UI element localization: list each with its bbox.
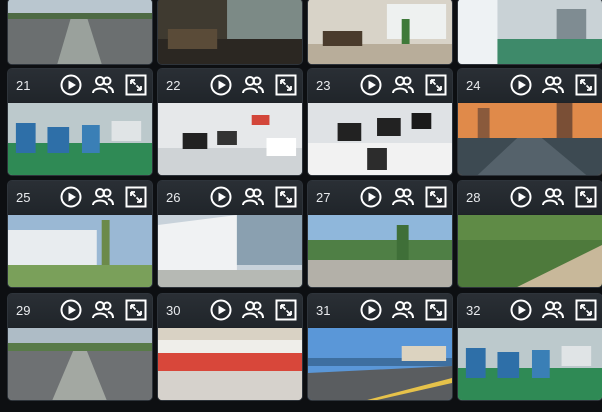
video-feed[interactable]	[458, 0, 602, 64]
camera-tile-top-3[interactable]	[307, 0, 453, 65]
tile-toolbar: 30	[158, 294, 302, 327]
play-icon[interactable]	[510, 74, 532, 96]
fullscreen-icon[interactable]	[125, 186, 147, 208]
camera-tile-30[interactable]: 30	[157, 293, 303, 401]
tile-toolbar: 22	[158, 69, 302, 102]
channel-number: 29	[16, 303, 31, 318]
play-icon[interactable]	[210, 299, 232, 321]
play-icon[interactable]	[60, 186, 82, 208]
channel-number: 24	[466, 78, 481, 93]
channel-number: 32	[466, 303, 481, 318]
users-icon[interactable]	[542, 186, 564, 208]
channel-number: 30	[166, 303, 181, 318]
camera-grid: 21 22 23 24 25 26 27 28 29 30 31 32	[0, 0, 602, 412]
users-icon[interactable]	[242, 186, 264, 208]
video-feed[interactable]	[158, 0, 302, 64]
camera-tile-23[interactable]: 23	[307, 68, 453, 176]
users-icon[interactable]	[392, 299, 414, 321]
video-feed[interactable]	[158, 103, 302, 175]
video-feed[interactable]	[8, 103, 152, 175]
play-icon[interactable]	[60, 299, 82, 321]
camera-tile-top-1[interactable]	[7, 0, 153, 65]
camera-tile-29[interactable]: 29	[7, 293, 153, 401]
camera-tile-25[interactable]: 25	[7, 180, 153, 288]
tile-toolbar: 26	[158, 181, 302, 214]
video-feed[interactable]	[8, 328, 152, 400]
video-feed[interactable]	[308, 215, 452, 287]
channel-number: 28	[466, 190, 481, 205]
channel-number: 31	[316, 303, 331, 318]
video-feed[interactable]	[458, 215, 602, 287]
fullscreen-icon[interactable]	[275, 74, 297, 96]
fullscreen-icon[interactable]	[125, 74, 147, 96]
channel-number: 22	[166, 78, 181, 93]
play-icon[interactable]	[210, 74, 232, 96]
camera-tile-26[interactable]: 26	[157, 180, 303, 288]
play-icon[interactable]	[360, 299, 382, 321]
tile-toolbar: 25	[8, 181, 152, 214]
fullscreen-icon[interactable]	[575, 186, 597, 208]
camera-tile-21[interactable]: 21	[7, 68, 153, 176]
play-icon[interactable]	[60, 74, 82, 96]
play-icon[interactable]	[510, 299, 532, 321]
tile-toolbar: 28	[458, 181, 602, 214]
video-feed[interactable]	[8, 0, 152, 64]
channel-number: 25	[16, 190, 31, 205]
channel-number: 26	[166, 190, 181, 205]
channel-number: 21	[16, 78, 31, 93]
fullscreen-icon[interactable]	[575, 74, 597, 96]
users-icon[interactable]	[242, 74, 264, 96]
users-icon[interactable]	[392, 186, 414, 208]
tile-toolbar: 21	[8, 69, 152, 102]
camera-tile-top-4[interactable]	[457, 0, 602, 65]
users-icon[interactable]	[542, 74, 564, 96]
fullscreen-icon[interactable]	[125, 299, 147, 321]
video-feed[interactable]	[158, 328, 302, 400]
camera-tile-27[interactable]: 27	[307, 180, 453, 288]
video-feed[interactable]	[458, 328, 602, 400]
camera-tile-22[interactable]: 22	[157, 68, 303, 176]
fullscreen-icon[interactable]	[275, 299, 297, 321]
video-feed[interactable]	[8, 215, 152, 287]
fullscreen-icon[interactable]	[575, 299, 597, 321]
video-feed[interactable]	[308, 328, 452, 400]
camera-tile-32[interactable]: 32	[457, 293, 602, 401]
camera-tile-24[interactable]: 24	[457, 68, 602, 176]
video-feed[interactable]	[458, 103, 602, 175]
tile-toolbar: 32	[458, 294, 602, 327]
video-feed[interactable]	[308, 103, 452, 175]
users-icon[interactable]	[242, 299, 264, 321]
camera-tile-31[interactable]: 31	[307, 293, 453, 401]
fullscreen-icon[interactable]	[425, 299, 447, 321]
tile-toolbar: 31	[308, 294, 452, 327]
play-icon[interactable]	[210, 186, 232, 208]
channel-number: 23	[316, 78, 331, 93]
tile-toolbar: 24	[458, 69, 602, 102]
users-icon[interactable]	[392, 74, 414, 96]
users-icon[interactable]	[92, 186, 114, 208]
users-icon[interactable]	[92, 74, 114, 96]
camera-tile-28[interactable]: 28	[457, 180, 602, 288]
fullscreen-icon[interactable]	[275, 186, 297, 208]
play-icon[interactable]	[360, 186, 382, 208]
tile-toolbar: 27	[308, 181, 452, 214]
play-icon[interactable]	[510, 186, 532, 208]
video-feed[interactable]	[158, 215, 302, 287]
play-icon[interactable]	[360, 74, 382, 96]
fullscreen-icon[interactable]	[425, 74, 447, 96]
camera-tile-top-2[interactable]	[157, 0, 303, 65]
tile-toolbar: 23	[308, 69, 452, 102]
users-icon[interactable]	[542, 299, 564, 321]
users-icon[interactable]	[92, 299, 114, 321]
fullscreen-icon[interactable]	[425, 186, 447, 208]
tile-toolbar: 29	[8, 294, 152, 327]
channel-number: 27	[316, 190, 331, 205]
video-feed[interactable]	[308, 0, 452, 64]
